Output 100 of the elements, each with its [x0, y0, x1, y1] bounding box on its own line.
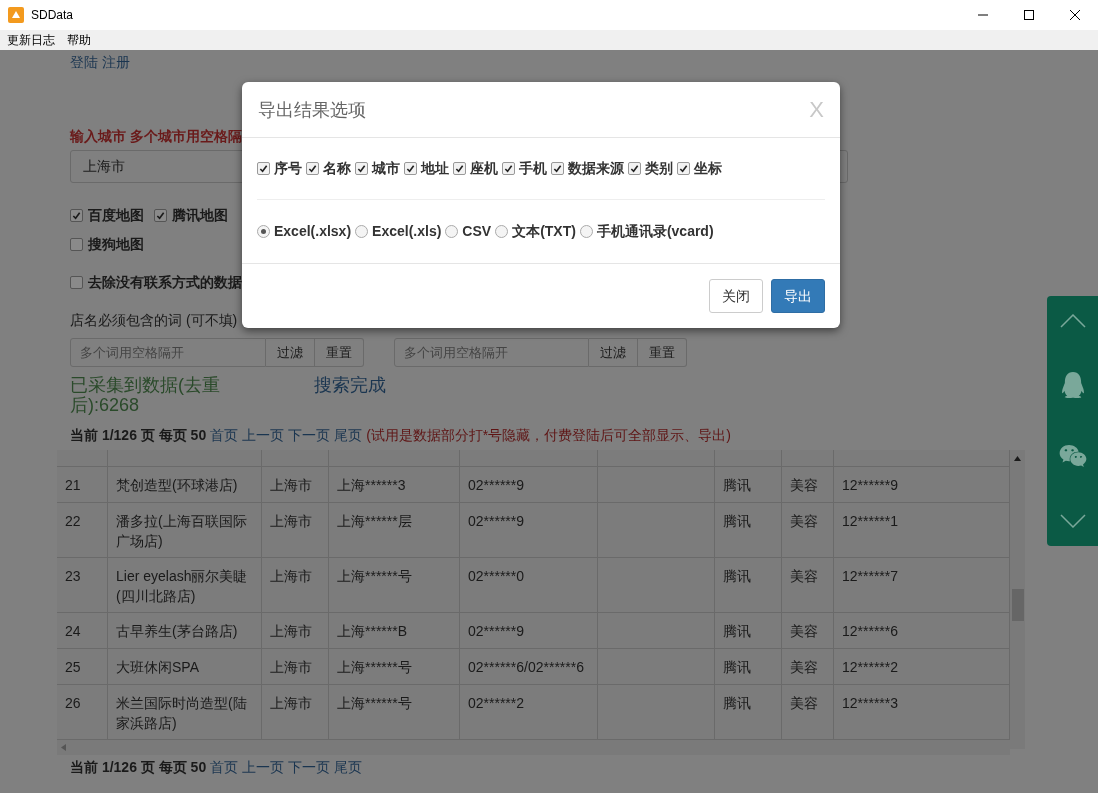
checkmark-icon [406, 164, 415, 173]
table-cell: 美容 [782, 467, 834, 502]
chevron-down-icon[interactable] [1059, 514, 1086, 528]
page-link[interactable]: 尾页 [334, 425, 363, 446]
menu-item[interactable]: 帮助 [67, 31, 91, 49]
table-cell: 腾讯 [715, 467, 782, 502]
table-cell: 腾讯 [715, 613, 782, 648]
scroll-up-icon [1014, 456, 1021, 461]
table-cell: 腾讯 [715, 649, 782, 684]
radio-button[interactable] [257, 225, 270, 238]
filter-label: 店名必须包含的词 (可不填) [70, 311, 238, 330]
page-link[interactable]: 尾页 [334, 757, 363, 778]
checkbox[interactable] [551, 162, 564, 175]
table-cell: 大班休闲SPA [108, 649, 262, 684]
radio-button[interactable] [355, 225, 369, 238]
checkmark-icon [259, 164, 268, 173]
filter-button[interactable]: 过滤 [589, 338, 638, 367]
checkmark-icon [72, 211, 81, 220]
auth-link[interactable]: 登陆 [70, 52, 98, 72]
field-label: 类别 [645, 159, 673, 178]
table-cell: 21 [57, 467, 108, 502]
dialog-close-button[interactable]: 关闭 [709, 279, 763, 313]
menu-item[interactable]: 更新日志 [7, 31, 55, 49]
table-cell: 上海市 [262, 685, 329, 739]
page-link[interactable]: 首页 [210, 757, 239, 778]
checkmark-icon [308, 164, 317, 173]
checkbox[interactable] [70, 209, 83, 222]
chevron-up-icon[interactable] [1059, 314, 1086, 328]
checkbox[interactable] [257, 162, 270, 175]
table-cell: 潘多拉(上海百联国际广场店) [108, 503, 262, 557]
chat-bubbles-icon[interactable] [1058, 442, 1087, 470]
checkbox[interactable] [154, 209, 167, 222]
checkbox[interactable] [453, 162, 466, 175]
collected-count: 已采集到数据(去重后):6268 [70, 375, 221, 415]
table-cell: 02******6/02******6 [460, 649, 598, 684]
radio-button[interactable] [579, 225, 593, 238]
city-label: 输入城市 多个城市用空格隔 [70, 127, 242, 146]
page-link[interactable]: 下一页 [288, 757, 331, 778]
checkbox[interactable] [70, 276, 83, 289]
table-cell: 美容 [782, 649, 834, 684]
checkbox[interactable] [70, 238, 83, 251]
table-cell: 02******2 [460, 685, 598, 739]
option-label: 去除没有联系方式的数据 [88, 273, 242, 292]
format-label: 文本(TXT) [512, 222, 576, 241]
keyword-field[interactable]: 多个词用空格隔开 [70, 338, 266, 367]
format-label: Excel(.xlsx) [274, 222, 352, 241]
filter-button[interactable]: 重置 [315, 338, 364, 367]
search-status: 搜索完成 [314, 375, 386, 395]
checkmark-icon [504, 164, 513, 173]
table-cell: Lier eyelash丽尔美睫(四川北路店) [108, 558, 262, 612]
checkbox[interactable] [404, 162, 417, 175]
table-cell: 腾讯 [715, 685, 782, 739]
page-info: 当前 1/126 页 每页 50 [70, 758, 207, 777]
format-label: Excel(.xls) [372, 222, 442, 241]
table-cell: 上海******3 [329, 467, 460, 502]
table-cell: 古早养生(茅台路店) [108, 613, 262, 648]
auth-link[interactable]: 注册 [102, 52, 130, 72]
checkbox[interactable] [355, 162, 368, 175]
table-cell: 上海******号 [329, 685, 460, 739]
filter-button[interactable]: 过滤 [266, 338, 315, 367]
table-cell: 25 [57, 649, 108, 684]
table-cell: 上海******B [329, 613, 460, 648]
table-cell: 02******0 [460, 558, 598, 612]
source-label: 搜狗地图 [88, 235, 144, 254]
penguin-icon[interactable] [1059, 372, 1086, 398]
field-label: 名称 [323, 159, 351, 178]
page-link[interactable]: 上一页 [242, 425, 285, 446]
field-label: 坐标 [694, 159, 722, 178]
checkmark-icon [630, 164, 639, 173]
filter-button[interactable]: 重置 [638, 338, 687, 367]
page-link[interactable]: 首页 [210, 425, 239, 446]
field-label: 序号 [274, 159, 302, 178]
keyword-field[interactable]: 多个词用空格隔开 [394, 338, 589, 367]
table-cell: 上海市 [262, 558, 329, 612]
page-link[interactable]: 上一页 [242, 757, 285, 778]
checkbox[interactable] [677, 162, 690, 175]
field-label: 城市 [372, 159, 400, 178]
trial-note: (试用是数据部分打*号隐藏，付费登陆后可全部显示、导出) [366, 426, 731, 445]
page-link[interactable]: 下一页 [288, 425, 331, 446]
table-cell: 美容 [782, 558, 834, 612]
scroll-left-icon [61, 744, 66, 751]
scrollbar-thumb[interactable] [1011, 589, 1024, 621]
checkbox[interactable] [306, 162, 319, 175]
table-cell: 腾讯 [715, 558, 782, 612]
dialog-title: 导出结果选项 [258, 98, 366, 122]
checkbox[interactable] [502, 162, 515, 175]
page-info: 当前 1/126 页 每页 50 [70, 426, 207, 445]
vertical-scrollbar[interactable] [1010, 450, 1025, 749]
radio-button[interactable] [445, 225, 459, 238]
radio-button[interactable] [495, 225, 509, 238]
table-cell: 26 [57, 685, 108, 739]
table-cell: 上海******号 [329, 558, 460, 612]
checkbox[interactable] [628, 162, 641, 175]
export-button[interactable]: 导出 [771, 279, 825, 313]
app-logo-icon [8, 7, 24, 23]
table-cell: 美容 [782, 503, 834, 557]
checkmark-icon [156, 211, 165, 220]
field-label: 座机 [470, 159, 498, 178]
table-cell: 上海市 [262, 503, 329, 557]
table-cell: 腾讯 [715, 503, 782, 557]
